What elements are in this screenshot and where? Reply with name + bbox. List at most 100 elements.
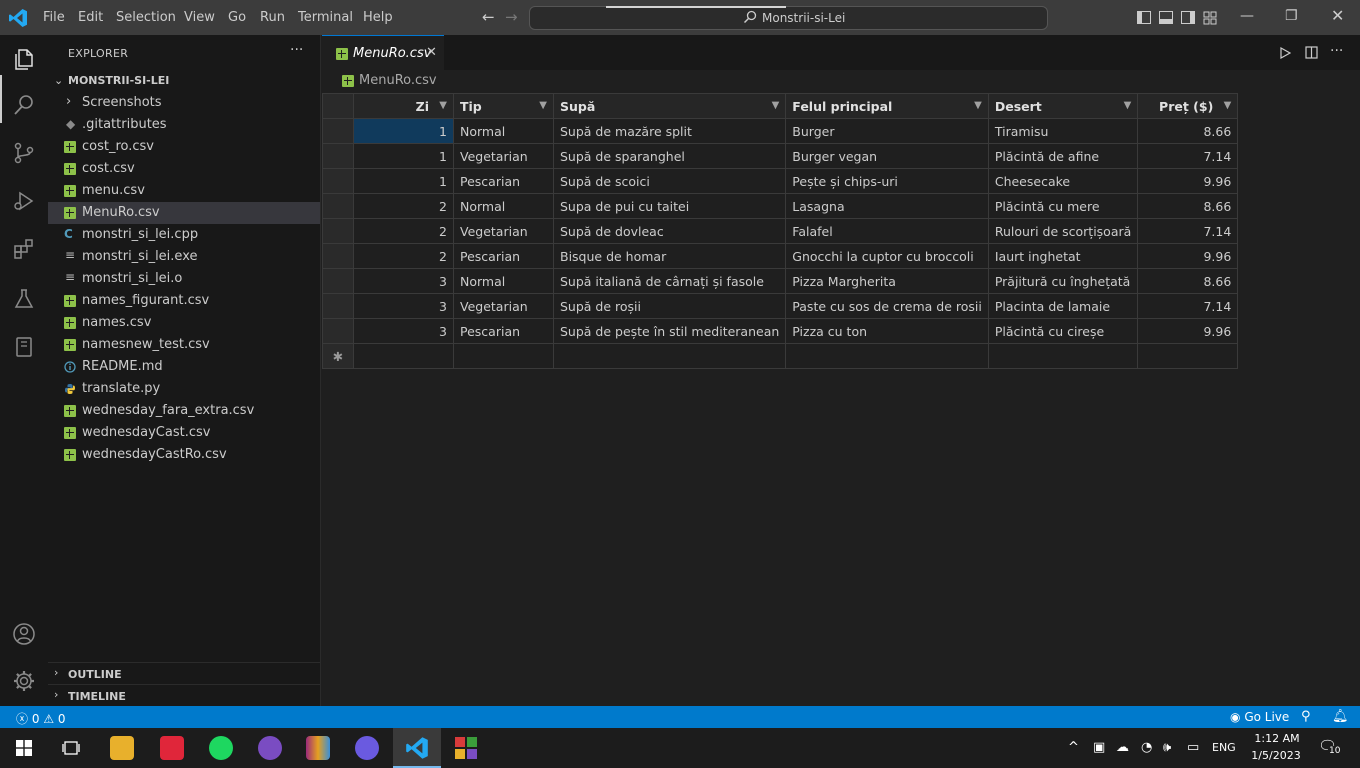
accounts-live-share-icon[interactable]: ⚲ [1301,709,1311,724]
vscode-taskbar-icon[interactable] [405,736,429,760]
file-names-csv[interactable]: names.csv [48,312,320,334]
menu-file[interactable]: File [43,10,65,25]
table-cell[interactable]: Normal [453,268,554,294]
table-cell[interactable]: Gnocchi la cuptor cu broccoli [785,243,989,269]
arrow-right-icon[interactable]: → [505,8,518,26]
row-header[interactable] [322,118,354,144]
table-cell[interactable]: 9.96 [1137,243,1239,269]
settings-gear-icon[interactable] [12,669,36,693]
new-row[interactable]: ✱ [322,343,1239,369]
table-cell[interactable]: Rulouri de scorțișoară [987,218,1139,244]
tab-menuro-csv[interactable]: MenuRo.csv ✕ [322,35,444,70]
table-cell[interactable]: 9.96 [1137,168,1239,194]
toggle-secondary-sidebar-icon[interactable] [1181,11,1195,24]
discord-app-icon[interactable] [355,736,379,760]
arrow-left-icon[interactable]: ← [482,8,495,26]
restore-icon[interactable]: ❐ [1285,8,1298,24]
table-cell[interactable]: 8.66 [1137,193,1239,219]
battery-icon[interactable]: ▭ [1187,740,1199,755]
column-header-zi[interactable]: Zi ▼ [353,93,454,119]
filter-icon[interactable]: ▼ [1124,100,1132,111]
file-monstri-o[interactable]: ≡ monstri_si_lei.o [48,268,320,290]
table-cell[interactable]: Vegetarian [453,218,554,244]
wifi-icon[interactable]: ◔ [1141,740,1152,755]
table-cell[interactable]: 9.96 [1137,318,1239,344]
table-cell[interactable]: Cheesecake [987,168,1139,194]
row-header[interactable] [322,293,354,319]
folder-screenshots[interactable]: › Screenshots [48,92,320,114]
task-view-icon[interactable] [62,739,80,757]
go-live-button[interactable]: ◉ Go Live [1230,710,1289,724]
table-cell[interactable]: 8.66 [1137,268,1239,294]
more-actions-icon[interactable]: ··· [1330,43,1343,59]
file-gitattributes[interactable]: ◆ .gitattributes [48,114,320,136]
search-icon[interactable] [12,93,36,117]
column-header-pret[interactable]: Preț ($) ▼ [1137,93,1239,119]
minimize-icon[interactable]: — [1240,8,1254,24]
vivaldi-icon[interactable] [160,736,184,760]
outline-section[interactable]: › OUTLINE [48,662,320,684]
run-debug-icon[interactable] [12,189,36,213]
table-cell[interactable] [552,343,787,369]
file-wednesday-fara-extra-csv[interactable]: wednesday_fara_extra.csv [48,400,320,422]
table-cell[interactable]: 2 [353,218,454,244]
table-cell[interactable]: Burger vegan [785,143,989,169]
table-cell[interactable]: Normal [453,118,554,144]
table-cell[interactable]: Pescarian [453,168,554,194]
table-cell[interactable]: Pescarian [453,318,554,344]
row-header[interactable] [322,168,354,194]
customize-layout-icon[interactable] [1203,11,1217,25]
table-row[interactable]: 3 Vegetarian Supă de roșii Paste cu sos … [322,293,1239,319]
table-row[interactable]: 1 Normal Supă de mazăre split Burger Tir… [322,118,1239,144]
problems-indicator[interactable]: ⓧ 0 ⚠ 0 [16,710,66,727]
new-row-marker[interactable]: ✱ [322,343,354,369]
table-cell[interactable]: Iaurt inghetat [987,243,1139,269]
command-center-search[interactable]: Monstrii-si-Lei [529,6,1048,30]
table-cell[interactable]: 3 [353,293,454,319]
split-editor-icon[interactable] [1305,46,1318,59]
table-cell[interactable]: Supă de pește în stil mediteranean [552,318,787,344]
table-row[interactable]: 2 Pescarian Bisque de homar Gnocchi la c… [322,243,1239,269]
clock-time[interactable]: 1:12 AM [1254,732,1300,745]
table-cell[interactable]: Normal [453,193,554,219]
file-names-figurant-csv[interactable]: names_figurant.csv [48,290,320,312]
filter-icon[interactable]: ▼ [772,100,780,111]
table-cell[interactable]: 8.66 [1137,118,1239,144]
table-cell[interactable] [785,343,989,369]
table-cell[interactable]: Vegetarian [453,143,554,169]
close-icon[interactable]: ✕ [426,45,437,60]
table-cell[interactable]: 3 [353,268,454,294]
table-cell[interactable]: Pizza cu ton [785,318,989,344]
windows-start-icon[interactable] [16,740,32,756]
notifications-bell-icon[interactable]: 🔔︎ [1332,709,1349,724]
table-cell[interactable]: 2 [353,243,454,269]
github-desktop-icon[interactable] [258,736,282,760]
table-row[interactable]: 3 Normal Supă italiană de cârnați și fas… [322,268,1239,294]
table-cell[interactable]: Falafel [785,218,989,244]
file-menu-csv[interactable]: menu.csv [48,180,320,202]
table-cell[interactable]: Vegetarian [453,293,554,319]
file-monstri-exe[interactable]: ≡ monstri_si_lei.exe [48,246,320,268]
meet-now-icon[interactable]: ▣ [1093,740,1105,755]
onedrive-icon[interactable]: ☁ [1116,740,1129,755]
more-actions-icon[interactable]: ··· [290,42,303,58]
row-header[interactable] [322,218,354,244]
filter-icon[interactable]: ▼ [1224,100,1232,111]
notification-center[interactable]: 🗨︎ 10 [1318,737,1342,757]
column-header-supa[interactable]: Supă ▼ [552,93,787,119]
filter-icon[interactable]: ▼ [974,100,982,111]
winrar-icon[interactable] [306,736,330,760]
table-cell[interactable]: Supă de scoici [552,168,787,194]
table-cell[interactable]: Supa de pui cu taitei [552,193,787,219]
table-row[interactable]: 1 Vegetarian Supă de sparanghel Burger v… [322,143,1239,169]
file-cost-ro-csv[interactable]: cost_ro.csv [48,136,320,158]
table-cell[interactable]: 3 [353,318,454,344]
spotify-icon[interactable] [209,736,233,760]
root-folder[interactable]: ⌄ MONSTRII-SI-LEI [48,70,320,92]
column-header-felul-principal[interactable]: Felul principal ▼ [785,93,989,119]
table-cell[interactable]: Tiramisu [987,118,1139,144]
volume-icon[interactable]: 🕪︎ [1163,740,1171,755]
file-monstri-cpp[interactable]: C monstri_si_lei.cpp [48,224,320,246]
table-cell[interactable]: Supă de roșii [552,293,787,319]
table-cell[interactable]: Bisque de homar [552,243,787,269]
